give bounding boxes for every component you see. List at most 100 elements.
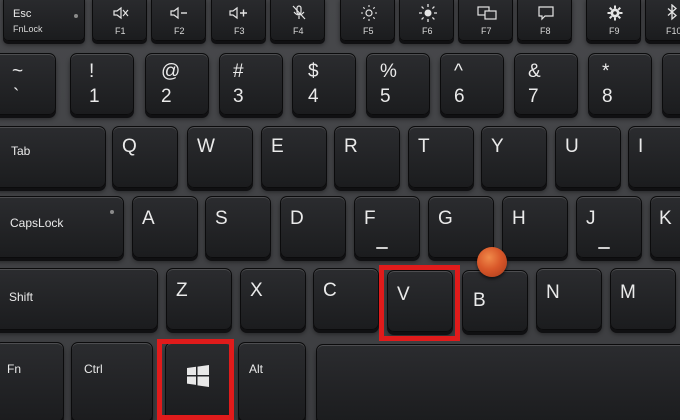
key-n: N [536, 268, 602, 330]
key-4-shift-label: $ [308, 61, 319, 82]
f1-key: F1 [92, 0, 147, 41]
f7-key: F7 [458, 0, 513, 41]
tilde-key: ~ ` [0, 53, 56, 115]
key-8-main-label: 8 [602, 86, 613, 107]
key-4-main-label: 4 [308, 86, 319, 107]
key-6-main-label: 6 [454, 86, 465, 107]
volume-up-icon [229, 6, 247, 20]
key-2: @ 2 [145, 53, 209, 115]
key-f-label: F [364, 208, 376, 229]
f9-label: F9 [609, 26, 620, 36]
key-8-shift-label: * [602, 61, 610, 82]
esc-key: Esc FnLock [3, 0, 85, 41]
f10-label: F10 [666, 26, 680, 36]
key-1-main-label: 1 [89, 86, 100, 107]
fnlock-indicator-light [74, 14, 78, 18]
key-7: & 7 [514, 53, 578, 115]
key-4: $ 4 [292, 53, 356, 115]
f-key-homing-bump [376, 247, 388, 249]
key-c: C [313, 268, 379, 330]
spacebar-key [316, 344, 680, 420]
j-key-homing-bump [598, 247, 610, 249]
key-e-label: E [271, 136, 284, 157]
key-2-shift-label: @ [161, 61, 181, 82]
key-9-partial [662, 53, 680, 115]
mic-mute-icon [292, 5, 306, 20]
key-7-main-label: 7 [528, 86, 539, 107]
left-shift-key: Shift [0, 268, 158, 330]
display-switch-icon [477, 6, 497, 20]
tab-key: Tab [0, 126, 106, 188]
key-s: S [205, 196, 271, 258]
key-k-label: K [659, 208, 672, 229]
bluetooth-icon [667, 4, 677, 21]
key-w: W [187, 126, 253, 188]
trackpoint-nub [477, 247, 507, 277]
key-d-label: D [290, 208, 304, 229]
fn-key: Fn [0, 342, 64, 420]
shift-label: Shift [9, 290, 34, 304]
key-g-label: G [438, 208, 453, 229]
key-b: B [462, 270, 528, 332]
key-f: F [354, 196, 420, 258]
key-x: X [240, 268, 306, 330]
fn-label: Fn [7, 362, 22, 376]
f4-label: F4 [293, 26, 304, 36]
key-c-label: C [323, 280, 337, 301]
gear-icon [607, 5, 623, 21]
f10-key: F10 [645, 0, 680, 41]
key-j: J [576, 196, 642, 258]
key-j-label: J [586, 208, 596, 229]
left-alt-key: Alt [238, 342, 306, 420]
key-y: Y [481, 126, 547, 188]
key-8: * 8 [588, 53, 652, 115]
key-r-label: R [344, 136, 358, 157]
key-u: U [555, 126, 621, 188]
key-u-label: U [565, 136, 579, 157]
key-h: H [502, 196, 568, 258]
key-3-shift-label: # [233, 61, 244, 82]
key-s-label: S [215, 208, 228, 229]
key-3: # 3 [219, 53, 283, 115]
esc-label: Esc [13, 8, 32, 20]
key-e: E [261, 126, 327, 188]
key-6-shift-label: ^ [454, 61, 463, 82]
windows-key-highlight [157, 339, 234, 420]
f8-label: F8 [540, 26, 551, 36]
key-y-label: Y [491, 136, 504, 157]
key-5-main-label: 5 [380, 86, 391, 107]
key-2-main-label: 2 [161, 86, 172, 107]
f9-key: F9 [586, 0, 641, 41]
key-z-label: Z [176, 280, 188, 301]
key-m-label: M [620, 282, 636, 303]
capslock-label: CapsLock [10, 216, 64, 230]
key-i: I [628, 126, 680, 188]
left-ctrl-key: Ctrl [71, 342, 153, 420]
key-1: ! 1 [70, 53, 134, 115]
key-d: D [280, 196, 346, 258]
tilde-main-label: ` [13, 86, 20, 107]
brightness-up-icon [419, 4, 437, 22]
key-q-label: Q [122, 136, 137, 157]
key-5: % 5 [366, 53, 430, 115]
key-x-label: X [250, 280, 263, 301]
key-k: K [650, 196, 680, 258]
key-t-label: T [418, 136, 430, 157]
tilde-shift-label: ~ [12, 61, 24, 82]
key-3-main-label: 3 [233, 86, 244, 107]
key-i-label: I [638, 136, 644, 157]
f8-key: F8 [517, 0, 572, 41]
alt-label: Alt [249, 362, 264, 376]
key-h-label: H [512, 208, 526, 229]
f2-label: F2 [174, 26, 185, 36]
key-a: A [132, 196, 198, 258]
key-b-label: B [473, 290, 486, 311]
key-m: M [610, 268, 676, 330]
speaker-mute-icon [113, 6, 129, 20]
key-6: ^ 6 [440, 53, 504, 115]
brightness-down-icon [361, 5, 377, 21]
capslock-indicator-light [110, 210, 114, 214]
f6-key: F6 [399, 0, 454, 41]
ctrl-label: Ctrl [84, 362, 103, 376]
f3-label: F3 [234, 26, 245, 36]
